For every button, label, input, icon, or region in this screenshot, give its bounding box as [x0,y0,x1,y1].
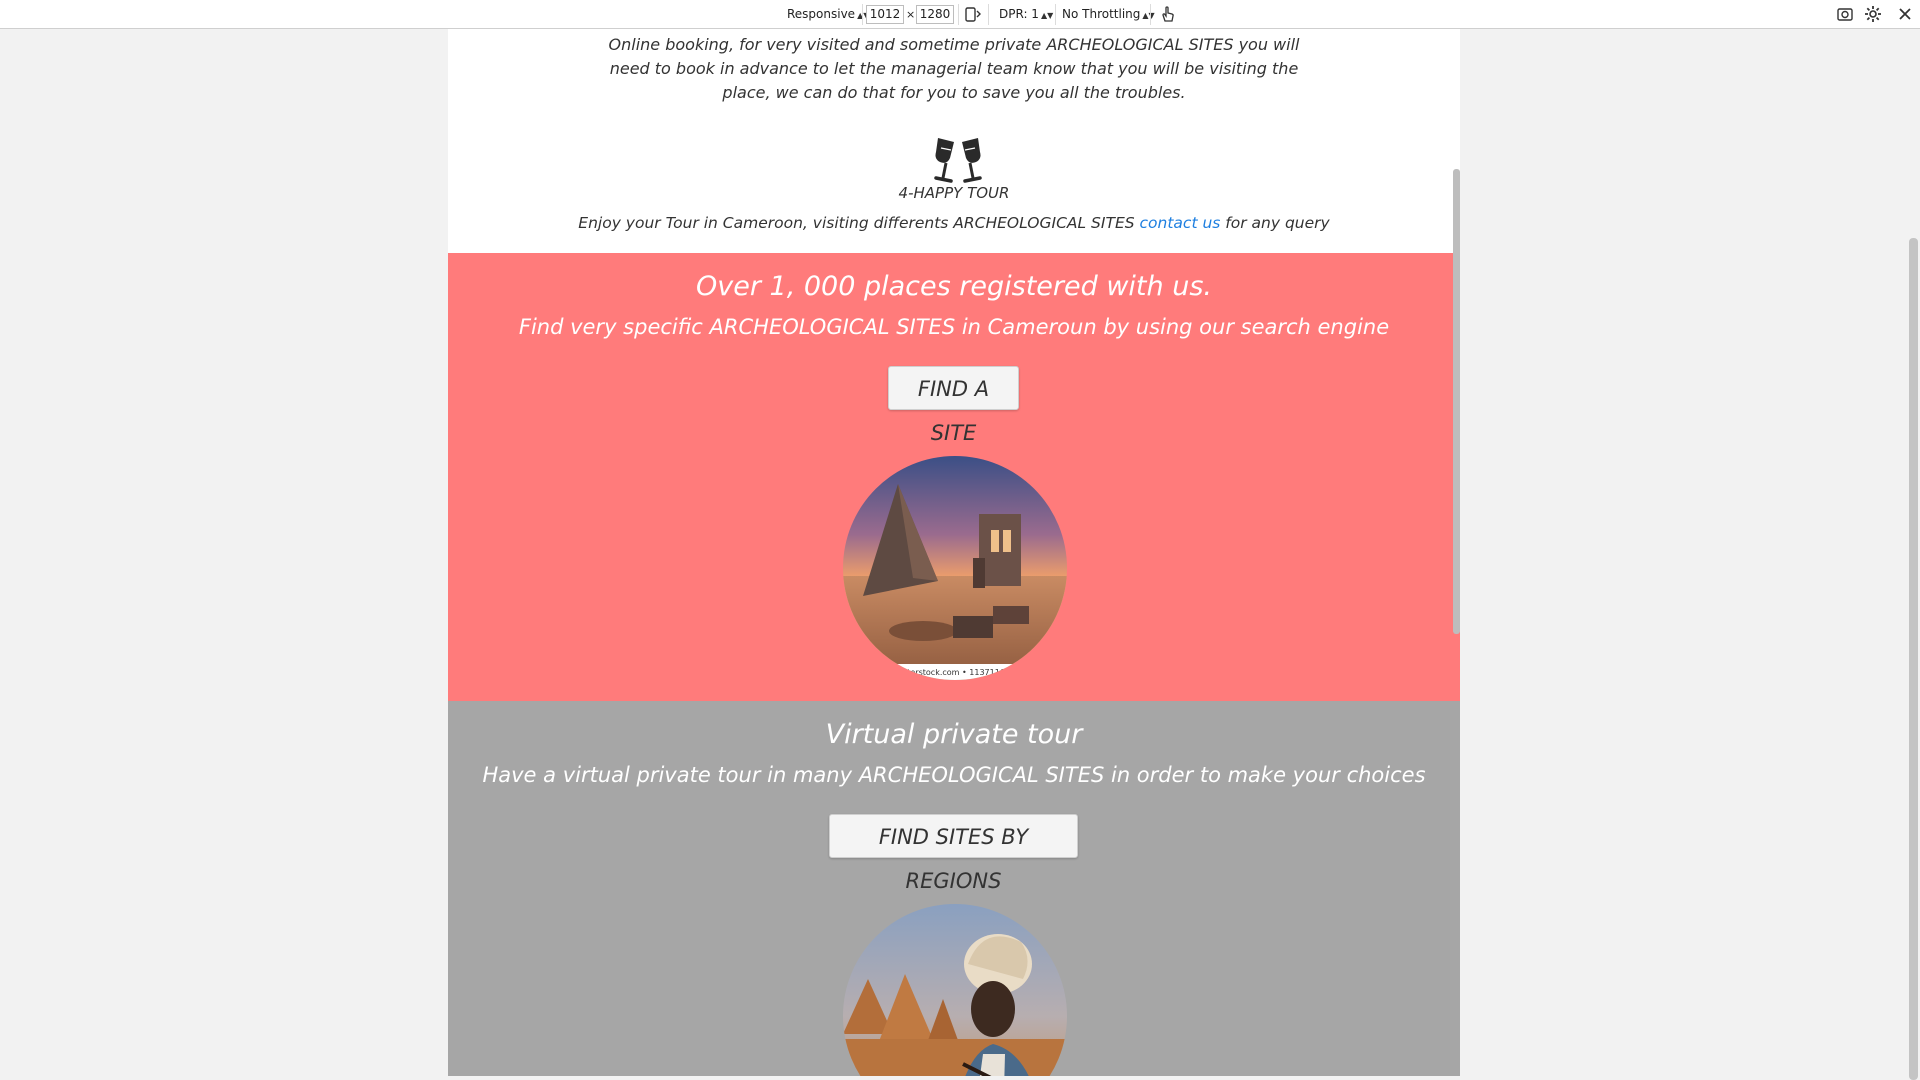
virtual-tour-title: Virtual private tour [825,719,1083,750]
window-scrollbar[interactable] [1909,238,1918,1080]
find-sites-by-regions-button[interactable]: FIND SITES BY REGIONS [829,814,1078,893]
intro-text: Online booking, for very visited and som… [608,35,1300,102]
enjoy-text: Enjoy your Tour in Cameroon, visiting di… [578,214,1135,232]
contact-us-link[interactable]: contact us [1140,214,1221,232]
height-input[interactable]: 1280 [916,5,954,24]
toolbar-divider [862,4,863,25]
touch-icon[interactable] [1158,4,1178,24]
dpr-select[interactable]: DPR: 1 ▲▼ [995,5,1057,24]
happy-tour-title: 4-HAPPY TOUR [898,184,1010,202]
screenshot-icon[interactable] [1835,4,1855,24]
find-a-site-button[interactable]: FIND A SITE [888,366,1019,445]
places-subtitle: Find very specific ARCHEOLOGICAL SITES i… [518,315,1390,339]
toolbar-divider [988,4,989,25]
toolbar-divider [1055,4,1056,25]
chevron-updown-icon: ▲▼ [1040,11,1054,20]
throttling-label: No Throttling [1062,7,1141,21]
places-section: Over 1, 000 places registered with us. F… [448,253,1460,701]
enjoy-suffix: for any query [1225,214,1330,232]
close-icon[interactable] [1895,4,1915,24]
toolbar-divider [1150,4,1151,25]
dimension-separator: × [906,8,916,21]
toolbar-divider [958,4,959,25]
image-watermark: shutterstock.com • 1137116459 [890,668,1020,677]
intro-section: Online booking, for very visited and som… [448,29,1460,253]
guide-portrait-image [843,904,1067,1076]
settings-icon[interactable] [1863,4,1883,24]
chevron-updown-icon: ▲▼ [1142,11,1155,20]
virtual-tour-subtitle: Have a virtual private tour in many ARCH… [482,763,1426,787]
enjoy-line: Enjoy your Tour in Cameroon, visiting di… [448,214,1460,232]
places-title: Over 1, 000 places registered with us. [696,271,1212,302]
page-viewport: Online booking, for very visited and som… [448,29,1460,1076]
device-select-label: Responsive [787,7,856,21]
glasses-toast-icon [934,138,982,183]
dpr-label: DPR: 1 [999,7,1039,21]
virtual-tour-section: Virtual private tour Have a virtual priv… [448,701,1460,1076]
width-input[interactable]: 1012 [866,5,904,24]
device-select[interactable]: Responsive ▲▼ [783,5,873,24]
pyramids-image: shutterstock.com • 1137116459 [843,456,1067,680]
throttling-select[interactable]: No Throttling ▲▼ [1058,5,1159,24]
responsive-toolbar: Responsive ▲▼ 1012 × 1280 DPR: 1 ▲▼ No Thr… [0,0,1920,29]
page-scrollbar[interactable] [1453,169,1460,634]
rotate-icon[interactable] [962,4,982,24]
